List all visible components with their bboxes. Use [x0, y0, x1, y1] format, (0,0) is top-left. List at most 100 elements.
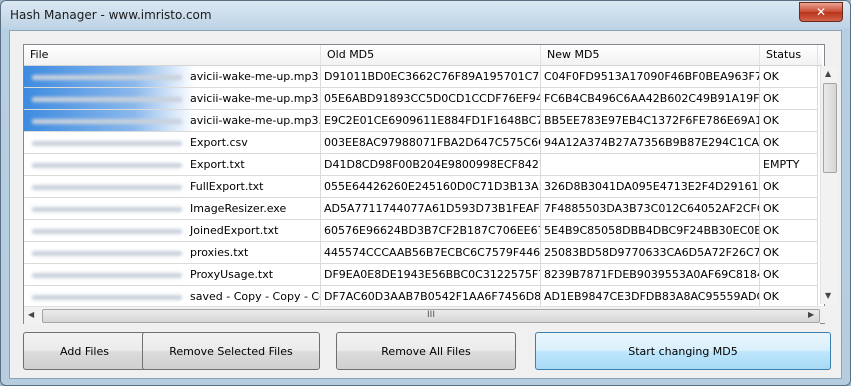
cell-old-md5: D41D8CD98F00B204E9800998ECF8427E: [321, 154, 541, 176]
scrollbar-corner: [820, 306, 837, 323]
cell-file: avicii-wake-me-up.mp3 - ...: [24, 66, 321, 88]
table-row[interactable]: FullExport.txt 055E64426260E245160D0C71D3…: [24, 176, 818, 198]
cell-status: EMPTY: [760, 154, 818, 176]
redacted-path: [32, 163, 182, 168]
file-name: avicii-wake-me-up.mp3.m...: [190, 114, 321, 127]
scroll-down-icon[interactable]: ▼: [825, 291, 831, 300]
cell-old-md5: 055E64426260E245160D0C71D3B13A1B: [321, 176, 541, 198]
redacted-path: [32, 97, 182, 102]
cell-new-md5: 7F4885503DA3B73C012C64052AF2CFC8: [541, 198, 760, 220]
redacted-path: [32, 185, 182, 190]
file-name: saved - Copy - Copy - Co...: [190, 290, 320, 303]
file-name: JoinedExport.txt: [190, 224, 279, 237]
file-hash-table[interactable]: File Old MD5 New MD5 Status avicii-wake-…: [23, 44, 838, 324]
remove-all-files-button[interactable]: Remove All Files: [336, 332, 516, 370]
cell-file: avicii-wake-me-up.mp3.m...: [24, 110, 321, 132]
cell-old-md5: 60576E96624BD3B7CF2B187C706EE673: [321, 220, 541, 242]
table-row[interactable]: Export.txt D41D8CD98F00B204E9800998ECF842…: [24, 154, 818, 176]
cell-new-md5: C04F0FD9513A17090F46BF0BEA963F73: [541, 66, 760, 88]
table-row[interactable]: proxies.txt 445574CCCAAB56B7ECBC6C7579F44…: [24, 242, 818, 264]
redacted-path: [32, 295, 182, 300]
redacted-path: [32, 251, 182, 256]
cell-file: proxies.txt: [24, 242, 321, 264]
cell-status: OK: [760, 198, 818, 220]
file-name: proxies.txt: [190, 246, 249, 259]
table-header: File Old MD5 New MD5 Status: [24, 45, 822, 66]
vertical-scrollbar[interactable]: ▲ ▼: [820, 66, 838, 304]
cell-new-md5: BB5EE783E97EB4C1372F6FE786E69A16: [541, 110, 760, 132]
table-row[interactable]: ProxyUsage.txt DF9EA0E8DE1943E56BBC0C3122…: [24, 264, 818, 286]
cell-new-md5: AD1EB9847CE3DFDB83A8AC95559ADCF5: [541, 286, 760, 308]
cell-old-md5: E9C2E01CE6909611E884FD1F1648BC79: [321, 110, 541, 132]
scroll-up-icon[interactable]: ▲: [825, 69, 831, 78]
cell-status: OK: [760, 88, 818, 110]
scroll-right-icon[interactable]: ▶: [808, 310, 814, 319]
cell-new-md5: 8239B7871FDEB9039553A0AF69C8184F: [541, 264, 760, 286]
cell-old-md5: DF9EA0E8DE1943E56BBC0C3122575F78: [321, 264, 541, 286]
file-name: avicii-wake-me-up.mp3 - ...: [190, 92, 320, 105]
cell-new-md5: 5E4B9C85058DBB4DBC9F24BB30EC0E66: [541, 220, 760, 242]
cell-status: OK: [760, 264, 818, 286]
cell-file: saved - Copy - Copy - Co...: [24, 286, 321, 308]
file-name: Export.csv: [190, 136, 248, 149]
cell-status: OK: [760, 242, 818, 264]
cell-old-md5: 445574CCCAAB56B7ECBC6C7579F446DF: [321, 242, 541, 264]
column-header-status[interactable]: Status: [760, 45, 818, 65]
cell-file: Export.csv: [24, 132, 321, 154]
scroll-left-icon[interactable]: ◀: [28, 310, 34, 319]
main-window: Hash Manager - www.imristo.com ✕ File Ol…: [0, 0, 851, 386]
cell-status: OK: [760, 110, 818, 132]
redacted-path: [32, 119, 182, 124]
cell-new-md5: FC6B4CB496C6AA42B602C49B91A19F66: [541, 88, 760, 110]
remove-selected-files-button[interactable]: Remove Selected Files: [142, 332, 320, 370]
redacted-path: [32, 75, 182, 80]
file-name: ImageResizer.exe: [190, 202, 287, 215]
cell-file: ImageResizer.exe: [24, 198, 321, 220]
cell-new-md5: [541, 154, 760, 176]
file-name: ProxyUsage.txt: [190, 268, 274, 281]
cell-status: OK: [760, 132, 818, 154]
cell-status: OK: [760, 176, 818, 198]
redacted-path: [32, 273, 182, 278]
table-row[interactable]: JoinedExport.txt 60576E96624BD3B7CF2B187C…: [24, 220, 818, 242]
cell-new-md5: 326D8B3041DA095E4713E2F4D2916180: [541, 176, 760, 198]
table-row[interactable]: Export.csv 003EE8AC97988071FBA2D647C575C6…: [24, 132, 818, 154]
cell-old-md5: D91011BD0EC3662C76F89A195701C7E1: [321, 66, 541, 88]
table-row[interactable]: saved - Copy - Copy - Co...DF7AC60D3AAB7…: [24, 286, 818, 308]
cell-status: OK: [760, 286, 818, 308]
file-name: FullExport.txt: [190, 180, 264, 193]
cell-file: Export.txt: [24, 154, 321, 176]
table-row[interactable]: avicii-wake-me-up.mp3 - ...D91011BD0EC36…: [24, 66, 818, 88]
column-header-old-md5[interactable]: Old MD5: [321, 45, 541, 65]
cell-status: OK: [760, 66, 818, 88]
column-header-new-md5[interactable]: New MD5: [541, 45, 760, 65]
cell-file: avicii-wake-me-up.mp3 - ...: [24, 88, 321, 110]
file-name: Export.txt: [190, 158, 245, 171]
table-row[interactable]: avicii-wake-me-up.mp3.m...E9C2E01CE69096…: [24, 110, 818, 132]
client-area: File Old MD5 New MD5 Status avicii-wake-…: [9, 30, 842, 379]
cell-old-md5: 003EE8AC97988071FBA2D647C575C6CF: [321, 132, 541, 154]
cell-old-md5: AD5A7711744077A61D593D73B1FEAF97: [321, 198, 541, 220]
horizontal-scroll-thumb[interactable]: III: [42, 309, 820, 323]
cell-new-md5: 94A12A374B27A7356B9B87E294C1CAB7: [541, 132, 760, 154]
redacted-path: [32, 141, 182, 146]
file-name: avicii-wake-me-up.mp3 - ...: [190, 70, 320, 83]
cell-old-md5: DF7AC60D3AAB7B0542F1AA6F7456D88E: [321, 286, 541, 308]
add-files-button[interactable]: Add Files: [23, 332, 146, 370]
redacted-path: [32, 229, 182, 234]
start-changing-md5-button[interactable]: Start changing MD5: [535, 332, 831, 370]
cell-file: FullExport.txt: [24, 176, 321, 198]
cell-status: OK: [760, 220, 818, 242]
column-header-file[interactable]: File: [24, 45, 321, 65]
table-row[interactable]: avicii-wake-me-up.mp3 - ...05E6ABD91893C…: [24, 88, 818, 110]
cell-new-md5: 25083BD58D9770633CA6D5A72F26C7C5: [541, 242, 760, 264]
vertical-scroll-thumb[interactable]: [823, 83, 837, 173]
cell-file: ProxyUsage.txt: [24, 264, 321, 286]
cell-file: JoinedExport.txt: [24, 220, 321, 242]
cell-old-md5: 05E6ABD91893CC5D0CD1CCDF76EF948D: [321, 88, 541, 110]
close-button[interactable]: ✕: [799, 2, 843, 22]
title-bar[interactable]: Hash Manager - www.imristo.com ✕: [1, 1, 850, 29]
table-row[interactable]: ImageResizer.exe AD5A7711744077A61D593D73…: [24, 198, 818, 220]
window-title: Hash Manager - www.imristo.com: [10, 8, 212, 22]
horizontal-scrollbar[interactable]: ◀ III ▶: [24, 306, 820, 324]
